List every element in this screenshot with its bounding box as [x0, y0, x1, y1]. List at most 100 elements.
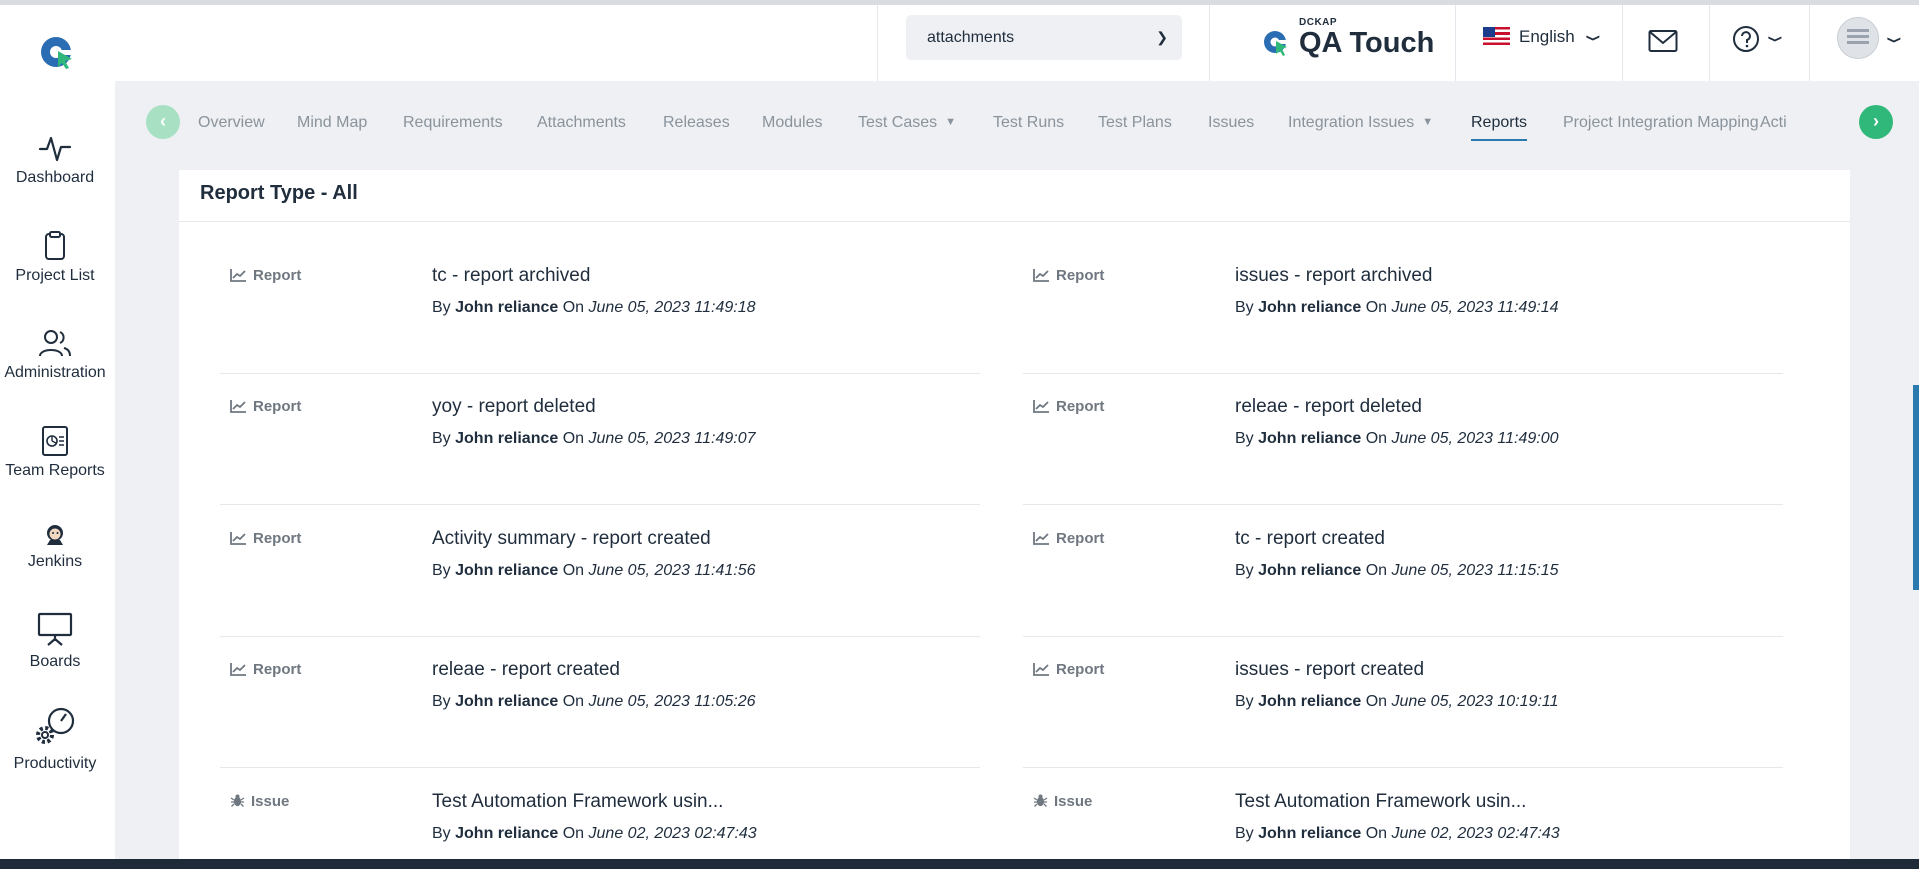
by-label: By: [432, 693, 451, 710]
tab-integration-issues[interactable]: Integration Issues ▼: [1288, 114, 1433, 132]
tab-requirements[interactable]: Requirements: [403, 114, 503, 132]
list-item[interactable]: Report releae - report created By John r…: [220, 649, 980, 780]
mail-icon[interactable]: [1648, 29, 1678, 53]
chart-line-icon: [230, 663, 246, 676]
entry-type-label: Report: [253, 530, 302, 547]
language-label: English: [1519, 27, 1575, 46]
entry-meta: By John reliance On June 05, 2023 10:19:…: [1235, 693, 1559, 711]
list-item[interactable]: Issue Test Automation Framework usin... …: [1023, 781, 1783, 859]
tab-issues[interactable]: Issues: [1208, 114, 1254, 132]
entry-type-label: Report: [253, 398, 302, 415]
clipboard-icon: [45, 231, 65, 260]
divider: [1023, 373, 1783, 374]
sidebar-item-project-list[interactable]: Project List: [0, 231, 110, 285]
list-item[interactable]: Issue Test Automation Framework usin... …: [220, 781, 980, 859]
list-item[interactable]: Report tc - report created By John relia…: [1023, 518, 1783, 649]
brand-logo[interactable]: DCKAP QA Touch: [1263, 12, 1434, 64]
entry-type-label: Issue: [1054, 793, 1093, 810]
entry-date: June 05, 2023 11:49:07: [588, 430, 756, 447]
entry-user: John reliance: [455, 562, 559, 579]
divider: [179, 221, 1850, 222]
entry-date: June 05, 2023 11:15:15: [1391, 562, 1559, 579]
list-item[interactable]: Report yoy - report deleted By John reli…: [220, 386, 980, 517]
entry-date: June 02, 2023 02:47:43: [588, 825, 757, 842]
sidebar-item-dashboard[interactable]: Dashboard: [0, 133, 110, 187]
on-label: On: [1365, 430, 1388, 447]
entry-user: John reliance: [1258, 562, 1362, 579]
entry-title: issues - report created: [1235, 659, 1425, 680]
on-label: On: [562, 825, 585, 842]
board-icon: [37, 612, 73, 646]
language-selector[interactable]: English ❯: [1483, 27, 1601, 47]
caret-down-icon: ▼: [1422, 116, 1434, 128]
page-scrollbar[interactable]: [1913, 385, 1919, 590]
page-title: Report Type - All: [200, 182, 358, 204]
help-menu[interactable]: ❯: [1732, 25, 1784, 53]
sidebar-item-boards[interactable]: Boards: [0, 611, 110, 671]
list-item[interactable]: Report issues - report created By John r…: [1023, 649, 1783, 780]
chevron-down-icon: ❯: [1768, 35, 1784, 43]
chart-line-icon: [1033, 400, 1049, 413]
tab-project-integration-mapping[interactable]: Project Integration Mapping: [1563, 114, 1759, 132]
entry-type: Report: [230, 267, 301, 284]
by-label: By: [1235, 825, 1254, 842]
sidebar-item-label: Team Reports: [5, 462, 105, 479]
tabs-scroll-right-button[interactable]: ›: [1859, 105, 1893, 139]
header-divider: [1809, 5, 1810, 81]
list-item[interactable]: Report Activity summary - report created…: [220, 518, 980, 649]
tab-overview[interactable]: Overview: [198, 114, 265, 132]
sidebar-item-productivity[interactable]: Productivity: [0, 705, 110, 773]
entry-meta: By John reliance On June 05, 2023 11:49:…: [1235, 299, 1559, 317]
entry-meta: By John reliance On June 05, 2023 11:49:…: [432, 299, 756, 317]
chevron-down-icon[interactable]: ❯: [1886, 36, 1902, 44]
header-divider: [1455, 5, 1456, 81]
by-label: By: [432, 299, 451, 316]
tab-test-cases[interactable]: Test Cases ▼: [858, 114, 956, 132]
entry-type-label: Report: [1056, 530, 1105, 547]
project-search-select[interactable]: attachments ❯: [906, 15, 1182, 60]
on-label: On: [1365, 562, 1388, 579]
avatar[interactable]: [1837, 17, 1879, 59]
us-flag-icon: [1483, 27, 1510, 45]
tab-test-runs[interactable]: Test Runs: [993, 114, 1064, 132]
list-item[interactable]: Report releae - report deleted By John r…: [1023, 386, 1783, 517]
entry-date: June 05, 2023 11:49:18: [588, 299, 756, 316]
sidebar-item-label: Dashboard: [15, 169, 95, 186]
sidebar-item-team-reports[interactable]: Team Reports: [0, 426, 110, 480]
entry-date: June 05, 2023 11:05:26: [588, 693, 756, 710]
tab-label: Test Cases: [858, 114, 938, 131]
qa-touch-logo-icon[interactable]: [38, 33, 76, 71]
tab-label: Reports: [1471, 114, 1528, 131]
entry-user: John reliance: [455, 693, 559, 710]
tab-label: Project Integration Mapping: [1563, 114, 1759, 131]
sidebar-item-jenkins[interactable]: Jenkins: [0, 523, 110, 571]
by-label: By: [1235, 299, 1254, 316]
entry-meta: By John reliance On June 05, 2023 11:49:…: [1235, 430, 1559, 448]
chart-line-icon: [230, 532, 246, 545]
sidebar-item-label: Boards: [29, 653, 81, 670]
sidebar-item-administration[interactable]: Administration: [0, 328, 110, 382]
tab-releases[interactable]: Releases: [663, 114, 730, 132]
list-item[interactable]: Report issues - report archived By John …: [1023, 255, 1783, 386]
chart-line-icon: [230, 400, 246, 413]
tab-mind-map[interactable]: Mind Map: [297, 114, 367, 132]
entry-type-label: Report: [1056, 267, 1105, 284]
list-item[interactable]: Report tc - report archived By John reli…: [220, 255, 980, 386]
tab-modules[interactable]: Modules: [762, 114, 822, 132]
tab-reports[interactable]: Reports: [1471, 114, 1528, 141]
taskbar-strip: [0, 859, 1919, 869]
users-icon: [39, 330, 71, 357]
chart-line-icon: [1033, 269, 1049, 282]
tab-attachments[interactable]: Attachments: [537, 114, 626, 132]
caret-down-icon: ▼: [945, 116, 957, 128]
tab-test-plans[interactable]: Test Plans: [1098, 114, 1172, 132]
tab-label: Test Plans: [1098, 114, 1172, 131]
entry-type-label: Report: [253, 267, 302, 284]
chart-line-icon: [1033, 663, 1049, 676]
tabs-scroll-left-button[interactable]: ‹: [146, 105, 180, 139]
tab-label: Integration Issues: [1288, 114, 1415, 131]
tab-activity[interactable]: Acti: [1760, 114, 1828, 132]
report-icon: [42, 426, 68, 456]
divider: [1023, 767, 1783, 768]
divider: [1023, 504, 1783, 505]
